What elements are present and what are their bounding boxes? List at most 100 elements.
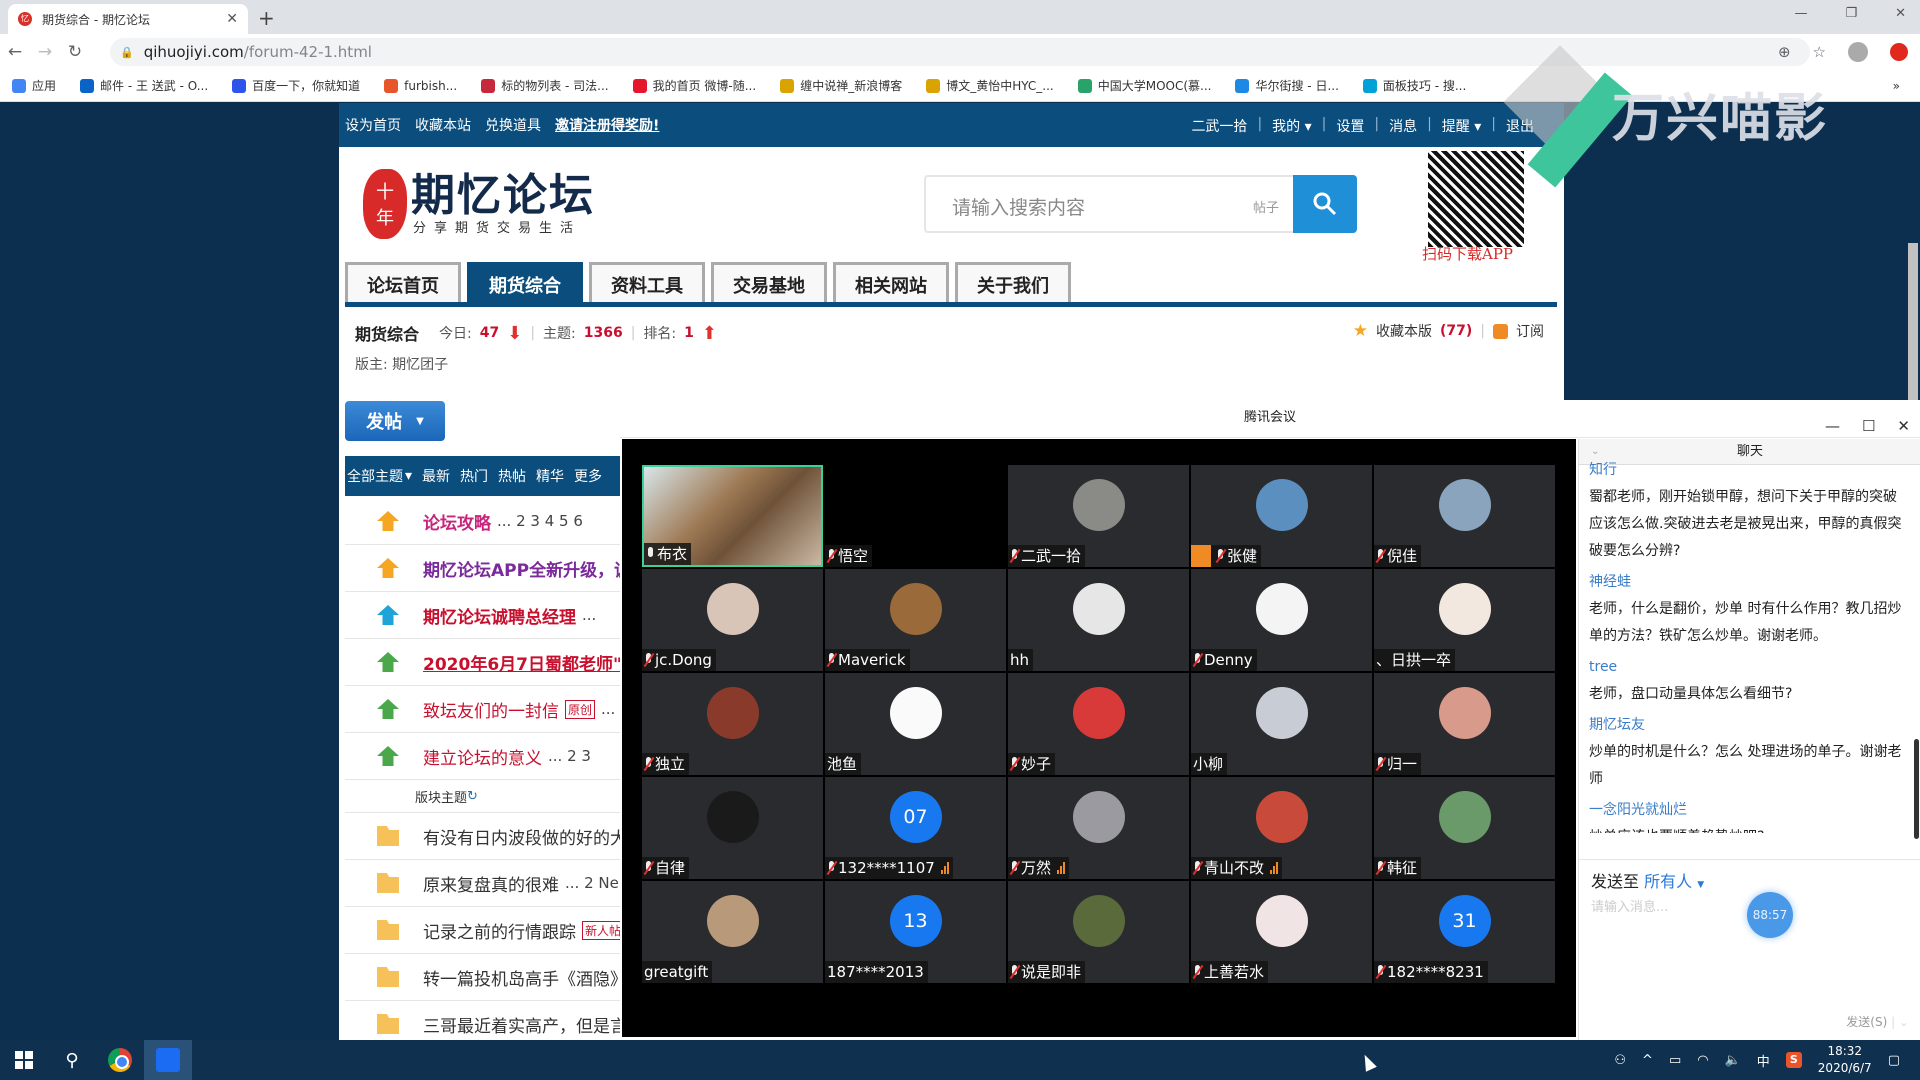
thread-pages[interactable]: ... — [601, 700, 615, 718]
forum-tab[interactable]: 相关网站 — [833, 262, 949, 304]
messages-link[interactable]: 消息 — [1389, 116, 1417, 136]
mic-muted-icon[interactable] — [1193, 965, 1202, 979]
tencent-meeting-taskbar-button[interactable] — [144, 1040, 192, 1080]
bookmark-item[interactable]: 邮件 - 王 送武 - O... — [80, 77, 208, 94]
mic-muted-icon[interactable] — [1010, 757, 1019, 771]
profile-avatar-icon[interactable] — [1848, 42, 1868, 62]
search-button[interactable] — [1293, 175, 1357, 233]
thread-pages[interactable]: ... 2 3 4 5 6 — [497, 512, 583, 530]
bookmark-item[interactable]: 缠中说禅_新浪博客 — [780, 77, 902, 94]
reminders-menu[interactable]: 提醒 ▾ — [1442, 116, 1481, 136]
mic-muted-icon[interactable] — [1216, 549, 1225, 563]
filter-5[interactable]: 更多 — [574, 466, 602, 486]
extension-icon[interactable] — [1890, 43, 1908, 61]
participant-tile[interactable]: 悟空 — [825, 465, 1006, 567]
bookmark-item[interactable]: 标的物列表 - 司法... — [481, 77, 609, 94]
mic-muted-icon[interactable] — [1193, 653, 1202, 667]
ime-indicator[interactable]: 中 — [1757, 1051, 1770, 1070]
mic-muted-icon[interactable] — [1193, 861, 1202, 875]
favorite-forum-link[interactable]: 收藏本版 — [1376, 321, 1432, 341]
thread-title[interactable]: 致坛友们的一封信 — [423, 697, 559, 722]
participant-tile[interactable]: 韩征 — [1374, 777, 1555, 879]
thread-title[interactable]: 期忆论坛APP全新升级，诚 — [423, 556, 625, 581]
participant-tile[interactable]: 13 187****2013 — [825, 881, 1006, 983]
mic-muted-icon[interactable] — [1376, 757, 1385, 771]
thread-title[interactable]: 论坛攻略 — [423, 509, 491, 534]
bookmark-item[interactable]: 百度一下，你就知道 — [232, 77, 360, 94]
people-icon[interactable]: ⚇ — [1614, 1053, 1626, 1068]
participant-tile[interactable]: 归一 — [1374, 673, 1555, 775]
pinned-thread[interactable]: 期忆论坛APP全新升级，诚 — [345, 545, 625, 592]
volume-icon[interactable]: 🔈 — [1725, 1053, 1741, 1068]
forward-icon[interactable]: → — [30, 42, 60, 62]
sogou-ime-icon[interactable]: S — [1785, 1052, 1802, 1068]
forum-tab[interactable]: 论坛首页 — [345, 262, 461, 304]
bookmark-item[interactable]: furbish... — [384, 78, 457, 93]
mic-muted-icon[interactable] — [827, 549, 836, 563]
forum-tab[interactable]: 交易基地 — [711, 262, 827, 304]
bookmark-item[interactable]: 华尔街搜 - 日... — [1235, 77, 1339, 94]
my-menu[interactable]: 我的 ▾ — [1272, 116, 1311, 136]
mic-muted-icon[interactable] — [644, 861, 653, 875]
mic-muted-icon[interactable] — [827, 653, 836, 667]
invite-link[interactable]: 邀请注册得奖励! — [555, 115, 659, 135]
pinned-thread[interactable]: 建立论坛的意义 ... 2 3 — [345, 733, 625, 780]
thread-title[interactable]: 记录之前的行情跟踪 — [423, 918, 576, 943]
browser-tab[interactable]: 忆 期货综合 - 期忆论坛 ✕ — [8, 4, 248, 34]
bookmark-item[interactable]: 博文_黄怡中HYC_... — [926, 77, 1054, 94]
send-to-selector[interactable]: 发送至 所有人 ▼ — [1591, 868, 1704, 892]
search-scope-select[interactable]: 帖子 — [1253, 197, 1279, 216]
forum-tab[interactable]: 资料工具 — [589, 262, 705, 304]
restore-icon[interactable]: ❐ — [1845, 6, 1857, 21]
filter-4[interactable]: 精华 — [536, 466, 564, 486]
start-button[interactable] — [0, 1040, 48, 1080]
participant-tile[interactable]: 上善若水 — [1191, 881, 1372, 983]
participant-tile[interactable]: hh — [1008, 569, 1189, 671]
chat-input[interactable]: 请输入消息... — [1591, 896, 1668, 915]
close-tab-icon[interactable]: ✕ — [226, 11, 238, 27]
participant-tile[interactable]: 独立 — [642, 673, 823, 775]
new-post-button[interactable]: 发帖 ▼ — [345, 401, 445, 441]
mic-muted-icon[interactable] — [1010, 965, 1019, 979]
site-logo[interactable]: 十年 期忆论坛 分享期货交易生活 — [363, 169, 595, 239]
participant-tile[interactable]: 07 132****1107 — [825, 777, 1006, 879]
pinned-thread[interactable]: 期忆论坛诚聘总经理... — [345, 592, 625, 639]
participant-tile[interactable]: 池鱼 — [825, 673, 1006, 775]
mic-muted-icon[interactable] — [644, 757, 653, 771]
participant-tile[interactable]: 31 182****8231 — [1374, 881, 1555, 983]
notifications-icon[interactable]: ▢ — [1888, 1053, 1900, 1068]
thread-pages[interactable]: ... — [582, 606, 596, 624]
participant-tile[interactable]: 、日拱一卒 — [1374, 569, 1555, 671]
mic-muted-icon[interactable] — [1010, 861, 1019, 875]
thread-pages[interactable]: ... 2 Ne — [565, 874, 619, 892]
participant-tile[interactable]: 青山不改 — [1191, 777, 1372, 879]
mic-muted-icon[interactable] — [644, 653, 653, 667]
bookmark-item[interactable]: 应用 — [12, 77, 56, 94]
refresh-icon[interactable]: ↻ — [467, 789, 478, 804]
show-hidden-icons-chevron[interactable]: ^ — [1642, 1053, 1653, 1068]
logout-link[interactable]: 退出 — [1506, 116, 1534, 136]
participant-tile[interactable]: 倪佳 — [1374, 465, 1555, 567]
close-window-icon[interactable]: ✕ — [1895, 6, 1906, 21]
thread-row[interactable]: 原来复盘真的很难 ... 2 Ne — [345, 860, 625, 907]
thread-pages[interactable]: ... 2 3 — [548, 747, 591, 765]
participant-tile[interactable]: 自律 — [642, 777, 823, 879]
subscribe-link[interactable]: 订阅 — [1516, 321, 1544, 341]
thread-title[interactable]: 2020年6月7日蜀都老师" — [423, 650, 622, 675]
chrome-taskbar-button[interactable] — [96, 1040, 144, 1080]
thread-title[interactable]: 期忆论坛诚聘总经理 — [423, 603, 576, 628]
participant-tile[interactable]: Maverick — [825, 569, 1006, 671]
thread-title[interactable]: 三哥最近着实高产，但是言 — [423, 1012, 625, 1037]
search-input[interactable]: 请输入搜索内容 — [952, 193, 1085, 220]
url-input[interactable]: 🔒 qihuojiyi.com/forum-42-1.html — [110, 38, 1810, 66]
wifi-icon[interactable]: ◠ — [1697, 1053, 1708, 1068]
search-taskbar-button[interactable]: ⚲ — [48, 1040, 96, 1080]
filter-3[interactable]: 热帖 — [498, 466, 526, 486]
mic-muted-icon[interactable] — [1376, 549, 1385, 563]
participant-tile[interactable]: 妙子 — [1008, 673, 1189, 775]
back-icon[interactable]: ← — [0, 42, 30, 62]
pinned-thread[interactable]: 论坛攻略 ... 2 3 4 5 6 — [345, 498, 625, 545]
reload-icon[interactable]: ↻ — [60, 42, 90, 62]
chat-scrollbar[interactable] — [1914, 739, 1919, 839]
filter-1[interactable]: 最新 — [422, 466, 450, 486]
